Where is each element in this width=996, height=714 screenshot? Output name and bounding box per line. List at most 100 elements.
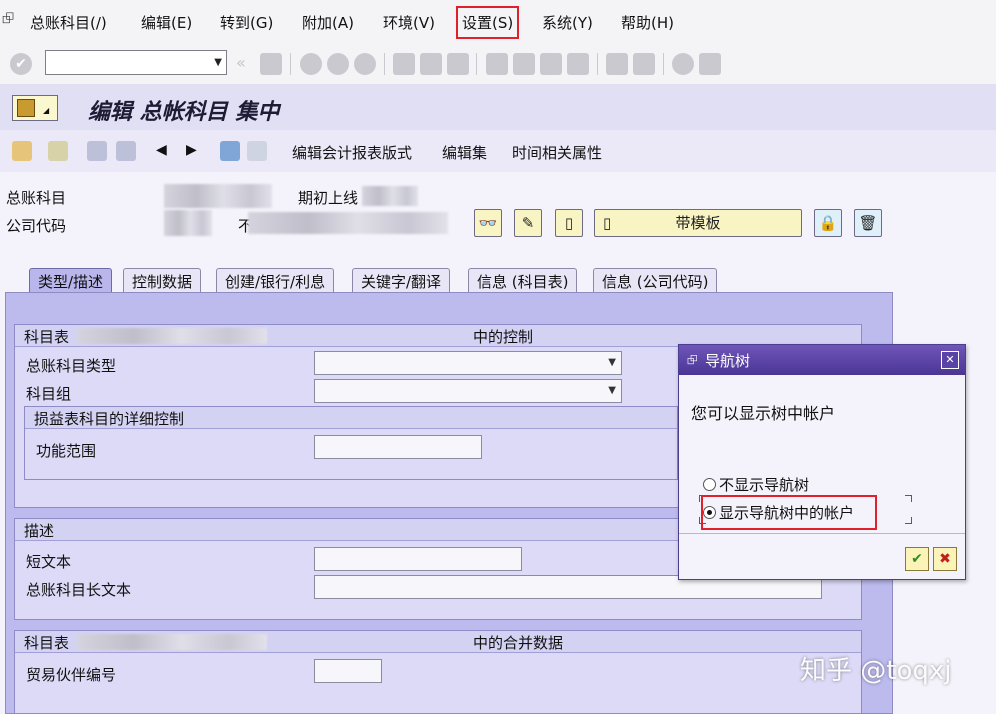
consolidation-group-title-suffix: 中的合并数据 (473, 634, 564, 652)
dialog-icon: ⮺ (687, 353, 698, 368)
back-nav-icon[interactable]: « (236, 53, 246, 72)
focus-corner (905, 495, 912, 502)
find-next-icon[interactable] (447, 53, 469, 75)
paste-icon[interactable] (12, 141, 32, 161)
time-dependent-attributes-link[interactable]: 时间相关属性 (512, 142, 602, 163)
radio-option-label: 显示导航树中的帐户 (719, 504, 855, 522)
next-page-icon[interactable] (540, 53, 562, 75)
chevron-down-icon[interactable]: ▼ (608, 385, 616, 396)
edit-set-link[interactable]: 编辑集 (442, 142, 487, 163)
tab-control-data[interactable]: 控制数据 (123, 268, 202, 292)
description-group-title: 描述 (24, 522, 55, 540)
with-template-label: 带模板 (675, 214, 721, 232)
cross-icon[interactable]: ✖ (933, 547, 957, 571)
pl-detail-title: 损益表科目的详细控制 (34, 410, 185, 428)
page-title: 编辑 总帐科目 集中 (88, 100, 280, 125)
account-type-select[interactable]: ▼ (314, 351, 622, 375)
save-icon[interactable] (260, 53, 282, 75)
exit-icon[interactable] (327, 53, 349, 75)
pencil-icon: ✎ (521, 214, 535, 232)
menu-edit[interactable]: 编辑(E) (141, 12, 192, 33)
short-text-label: 短文本 (26, 553, 72, 571)
trash-icon: 🗑 (858, 214, 878, 232)
toolbar-separator (663, 53, 664, 75)
menu-settings[interactable]: 设置(S) (455, 6, 520, 39)
enter-icon[interactable]: ✔ (10, 53, 32, 75)
tab-info-company-code[interactable]: 信息 (公司代码) (593, 268, 718, 292)
edit-button[interactable]: ✎ (514, 209, 542, 237)
shortcut-icon[interactable] (633, 53, 655, 75)
back-icon[interactable] (300, 53, 322, 75)
standard-toolbar: ✔ ▼ « (0, 44, 996, 84)
with-template-button[interactable]: ▯ 带模板 (594, 209, 802, 237)
focus-corner (699, 495, 706, 502)
layout-icon[interactable] (699, 53, 721, 75)
screen-menu-button[interactable]: ◢ (12, 95, 58, 121)
dialog-message: 您可以显示树中帐户 (691, 404, 836, 423)
copy-icon[interactable] (48, 141, 68, 161)
company-code-value[interactable] (164, 210, 212, 236)
help-icon[interactable] (672, 53, 694, 75)
system-menu-icon[interactable]: ⮺ (2, 8, 20, 28)
trading-partner-input[interactable] (314, 659, 382, 683)
cancel-icon[interactable] (354, 53, 376, 75)
account-value[interactable] (164, 184, 272, 208)
menu-environment[interactable]: 环境(V) (383, 12, 435, 33)
find-icon[interactable] (420, 53, 442, 75)
chart-of-accounts-value (77, 634, 267, 650)
trading-partner-label: 贸易伙伴编号 (26, 666, 117, 684)
display-icon[interactable] (247, 141, 267, 161)
chevron-down-icon[interactable]: ▼ (608, 357, 616, 368)
consolidation-group: 科目表 中的合并数据 (14, 630, 862, 714)
delete-button[interactable]: 🗑 (854, 209, 882, 237)
menu-bar: ⮺ 总账科目(/) 编辑(E) 转到(G) 附加(A) 环境(V) 设置(S) … (0, 0, 996, 44)
menu-help[interactable]: 帮助(H) (621, 12, 674, 33)
radio-option-show-accounts[interactable]: 显示导航树中的帐户 (703, 502, 854, 523)
redo-icon[interactable] (116, 141, 136, 161)
create-button[interactable]: ▯ (555, 209, 583, 237)
document-icon: ▯ (564, 214, 574, 232)
print-icon[interactable] (393, 53, 415, 75)
glasses-button[interactable]: 👓 (474, 209, 502, 237)
edit-fs-version-link[interactable]: 编辑会计报表版式 (292, 142, 412, 163)
first-page-icon[interactable] (486, 53, 508, 75)
previous-icon[interactable]: ◀ (156, 142, 167, 158)
functional-area-input[interactable] (314, 435, 482, 459)
company-code-label: 公司代码 (6, 217, 67, 235)
undo-icon[interactable] (87, 141, 107, 161)
title-bar: ◢ 编辑 总帐科目 集中 (0, 84, 996, 130)
application-toolbar: ◀ ▶ 编辑会计报表版式 编辑集 时间相关属性 (0, 130, 996, 172)
next-icon[interactable]: ▶ (186, 142, 197, 158)
new-session-icon[interactable] (606, 53, 628, 75)
toolbar-separator (476, 53, 477, 75)
checkmark-icon[interactable]: ✔ (905, 547, 929, 571)
tab-type-description[interactable]: 类型/描述 (29, 268, 113, 292)
consolidation-group-title-prefix: 科目表 (24, 634, 70, 652)
menu-goto[interactable]: 转到(G) (220, 12, 273, 33)
period-value (362, 186, 418, 206)
command-field[interactable]: ▼ (45, 50, 227, 75)
tab-create-bank-interest[interactable]: 创建/银行/利息 (216, 268, 335, 292)
company-name-value (248, 212, 448, 234)
previous-page-icon[interactable] (513, 53, 535, 75)
delete-template-icon[interactable] (220, 141, 240, 161)
tab-keyword-translation[interactable]: 关键字/翻译 (352, 268, 451, 292)
account-type-label: 总账科目类型 (26, 357, 117, 375)
glasses-icon: 👓 (478, 214, 498, 232)
menu-system[interactable]: 系统(Y) (542, 12, 593, 33)
pl-detail-header: 损益表科目的详细控制 (25, 407, 677, 429)
menu-gl-account[interactable]: 总账科目(/) (30, 12, 107, 33)
menu-extras[interactable]: 附加(A) (302, 12, 354, 33)
radio-option-no-tree[interactable]: 不显示导航树 (703, 474, 809, 495)
tab-info-chart-of-accounts[interactable]: 信息 (科目表) (468, 268, 578, 292)
radio-button[interactable] (703, 478, 716, 491)
watermark: 知乎 @toqxj (800, 656, 952, 686)
lock-button[interactable]: 🔒 (814, 209, 842, 237)
last-page-icon[interactable] (567, 53, 589, 75)
close-icon[interactable]: ✕ (941, 351, 959, 369)
command-dropdown-icon[interactable]: ▼ (214, 57, 222, 68)
account-group-select[interactable]: ▼ (314, 379, 622, 403)
dialog-title-bar[interactable]: ⮺ 导航树 ✕ (679, 345, 965, 375)
short-text-input[interactable] (314, 547, 522, 571)
long-text-label: 总账科目长文本 (26, 581, 132, 599)
